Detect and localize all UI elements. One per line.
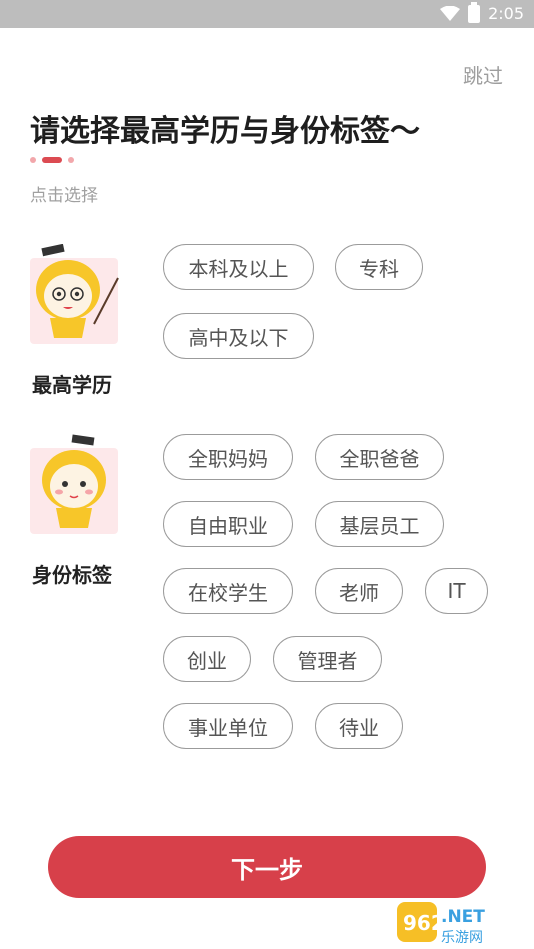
- svg-text:乐游网: 乐游网: [441, 930, 483, 946]
- step-dot-active: [42, 157, 62, 163]
- option-teacher[interactable]: 老师: [315, 568, 403, 614]
- svg-text:962: 962: [403, 911, 445, 935]
- mascot-teacher-avatar: [30, 244, 119, 344]
- wifi-icon: [440, 5, 461, 21]
- step-dot: [30, 157, 36, 163]
- option-manager[interactable]: 管理者: [273, 636, 382, 682]
- option-unemployed[interactable]: 待业: [315, 703, 403, 749]
- battery-icon: [468, 1, 481, 23]
- option-it[interactable]: IT: [425, 568, 488, 614]
- status-bar: 2:05: [0, 0, 534, 28]
- identity-label: 身份标签: [32, 563, 112, 587]
- next-step-button[interactable]: 下一步: [48, 836, 486, 898]
- option-public-institution[interactable]: 事业单位: [163, 703, 293, 749]
- step-indicator: [30, 157, 74, 163]
- option-freelancer[interactable]: 自由职业: [163, 501, 293, 547]
- status-icons: 2:05: [440, 1, 524, 23]
- status-time: 2:05: [488, 4, 524, 23]
- option-full-time-dad[interactable]: 全职爸爸: [315, 434, 444, 480]
- mascot-student-avatar: [30, 434, 118, 534]
- option-full-time-mom[interactable]: 全职妈妈: [163, 434, 293, 480]
- option-student[interactable]: 在校学生: [163, 568, 293, 614]
- education-label: 最高学历: [32, 373, 112, 397]
- svg-text:.NET: .NET: [441, 907, 485, 927]
- site-watermark-logo: 962 .NET 乐游网: [397, 902, 485, 946]
- page-title: 请选择最高学历与身份标签～: [30, 114, 420, 149]
- option-startup[interactable]: 创业: [163, 636, 251, 682]
- option-undergrad-above[interactable]: 本科及以上: [163, 244, 314, 290]
- tap-hint: 点击选择: [30, 186, 98, 206]
- step-dot: [68, 157, 74, 163]
- option-staff[interactable]: 基层员工: [315, 501, 444, 547]
- option-junior-college[interactable]: 专科: [335, 244, 423, 290]
- option-high-school-below[interactable]: 高中及以下: [163, 313, 314, 359]
- skip-button[interactable]: 跳过: [463, 60, 503, 89]
